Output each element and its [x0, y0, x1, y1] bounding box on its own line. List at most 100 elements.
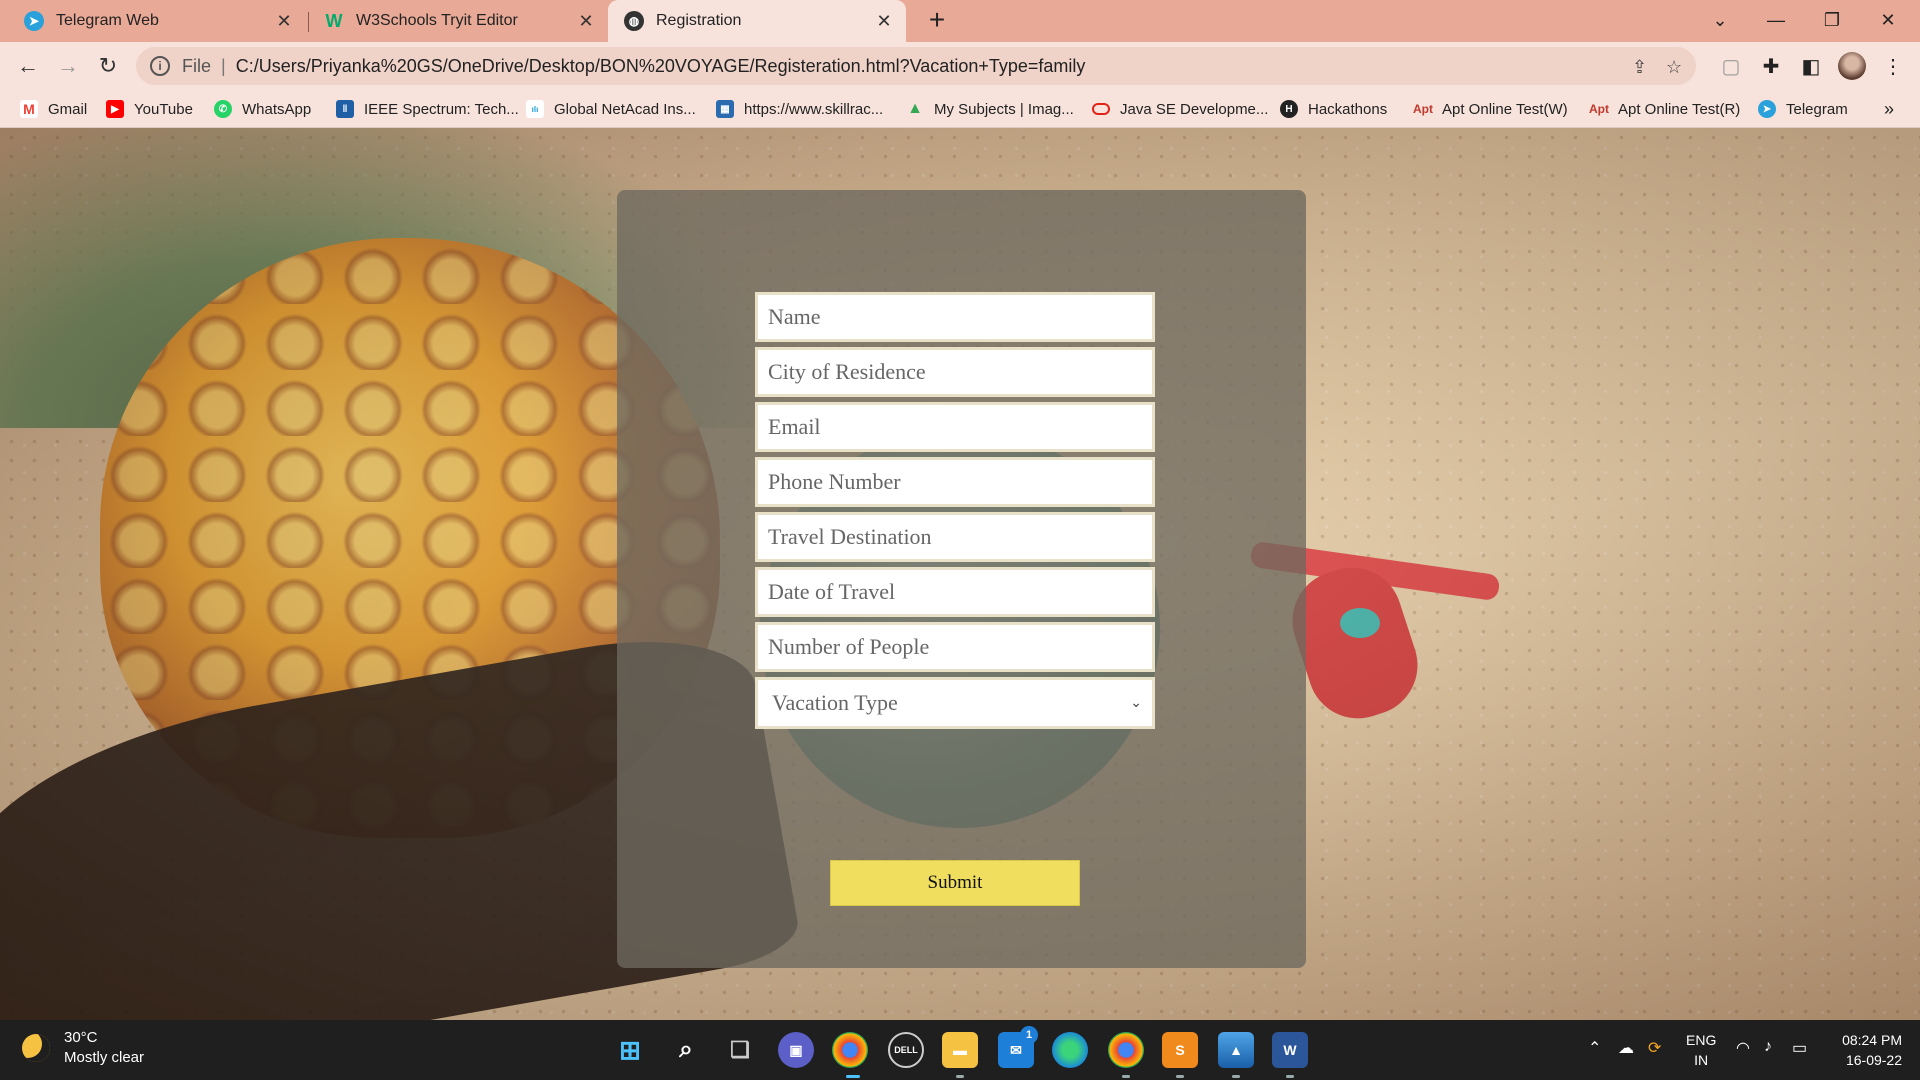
cisco-icon: ılı [526, 100, 544, 118]
dell-icon[interactable]: DELL [888, 1032, 924, 1068]
language-code: ENG [1686, 1032, 1717, 1048]
tab-title: Registration [656, 12, 742, 29]
extension-icon[interactable]: ▢ [1718, 54, 1744, 80]
chrome-profile-icon[interactable] [1108, 1032, 1144, 1068]
tab-search-dropdown[interactable]: ⌄ [1692, 0, 1748, 42]
bookmark-gmail[interactable]: M Gmail [20, 90, 87, 128]
teams-chat-icon[interactable]: ▣ [778, 1032, 814, 1068]
tab-registration[interactable]: ◍ Registration ✕ [608, 0, 906, 42]
mail-badge: 1 [1020, 1026, 1038, 1044]
sync-icon[interactable]: ⟳ [1648, 1038, 1661, 1058]
running-app-indicator [1176, 1075, 1184, 1078]
tab-telegram-web[interactable]: ➤ Telegram Web ✕ [0, 0, 306, 42]
bookmark-label: My Subjects | Imag... [934, 100, 1074, 118]
address-bar[interactable]: i File | C:/Users/Priyanka%20GS/OneDrive… [136, 47, 1696, 85]
edge-icon[interactable] [1052, 1032, 1088, 1068]
close-icon[interactable]: ✕ [572, 11, 600, 32]
weather-temperature: 30°C [64, 1029, 98, 1046]
close-icon[interactable]: ✕ [270, 11, 298, 32]
info-icon[interactable]: i [150, 56, 170, 76]
people-count-input[interactable]: Number of People [755, 622, 1155, 672]
browser-toolbar: ← → ↻ i File | C:/Users/Priyanka%20GS/On… [0, 42, 1920, 90]
bookmark-my-subjects[interactable]: ▲ My Subjects | Imag... [906, 90, 1074, 128]
bookmark-star-icon[interactable]: ☆ [1666, 57, 1682, 78]
tab-w3schools[interactable]: W W3Schools Tryit Editor ✕ [310, 0, 608, 42]
minimize-button[interactable]: — [1748, 0, 1804, 42]
sublime-text-icon[interactable]: S [1162, 1032, 1198, 1068]
name-input[interactable]: Name [755, 292, 1155, 342]
tab-strip: ➤ Telegram Web ✕ W W3Schools Tryit Edito… [0, 0, 1920, 42]
menu-icon[interactable]: ⋮ [1880, 54, 1906, 80]
bookmark-ieee[interactable]: ǁ IEEE Spectrum: Tech... [336, 90, 519, 128]
bookmark-label: Global NetAcad Ins... [554, 100, 696, 118]
chevron-down-icon: ⌄ [1130, 695, 1142, 711]
system-clock[interactable]: 08:24 PM 16-09-22 [1838, 1030, 1902, 1070]
chrome-icon[interactable] [832, 1032, 868, 1068]
back-button[interactable]: ← [12, 50, 44, 82]
bookmark-youtube[interactable]: ▶ YouTube [106, 90, 193, 128]
bookmark-label: Apt Online Test(W) [1442, 100, 1568, 118]
url-divider: | [221, 55, 226, 76]
chevron-up-icon[interactable]: ⌃ [1588, 1038, 1601, 1058]
destination-input[interactable]: Travel Destination [755, 512, 1155, 562]
running-app-indicator [956, 1075, 964, 1078]
close-window-button[interactable]: ✕ [1860, 0, 1916, 42]
bookmark-java-se[interactable]: Java SE Developme... [1092, 90, 1268, 128]
bookmark-apt-online-r[interactable]: Apt Apt Online Test(R) [1589, 90, 1741, 128]
bookmark-apt-online-w[interactable]: Apt Apt Online Test(W) [1413, 90, 1568, 128]
battery-icon[interactable]: ▭ [1792, 1038, 1807, 1058]
windows-start-icon[interactable]: ⊞ [612, 1032, 648, 1068]
reload-button[interactable]: ↻ [92, 50, 124, 82]
task-view-icon[interactable]: ❏ [722, 1032, 758, 1068]
bookmark-skillrack[interactable]: ▦ https://www.skillrac... [716, 90, 883, 128]
tab-title: Telegram Web [56, 12, 159, 29]
url-text[interactable]: C:/Users/Priyanka%20GS/OneDrive/Desktop/… [236, 56, 1086, 77]
phone-input[interactable]: Phone Number [755, 457, 1155, 507]
bookmark-label: WhatsApp [242, 100, 312, 118]
telegram-icon: ➤ [24, 11, 44, 31]
city-input[interactable]: City of Residence [755, 347, 1155, 397]
registration-form: Name City of Residence Email Phone Numbe… [617, 190, 1306, 968]
photos-icon[interactable]: ▲ [1218, 1032, 1254, 1068]
profile-avatar[interactable] [1838, 52, 1866, 80]
travel-date-input[interactable]: Date of Travel [755, 567, 1155, 617]
new-tab-button[interactable]: + [922, 6, 952, 36]
email-input[interactable]: Email [755, 402, 1155, 452]
submit-button[interactable]: Submit [830, 860, 1080, 906]
search-icon[interactable]: ⌕ [668, 1032, 704, 1068]
wifi-icon[interactable]: ◠ [1736, 1038, 1750, 1058]
tab-separator [308, 12, 309, 32]
restore-button[interactable]: ❐ [1804, 0, 1860, 42]
puzzle-icon[interactable]: ✚ [1758, 54, 1784, 80]
file-explorer-icon[interactable]: ▬ [942, 1032, 978, 1068]
url-scheme: File [182, 55, 212, 76]
bookmark-label: IEEE Spectrum: Tech... [364, 100, 519, 118]
bookmarks-overflow-button[interactable]: » [1884, 90, 1894, 128]
bookmark-label: Apt Online Test(R) [1618, 100, 1741, 118]
gmail-icon: M [20, 100, 38, 118]
close-icon[interactable]: ✕ [870, 11, 898, 32]
weather-widget[interactable]: 30°C Mostly clear [22, 1028, 144, 1068]
onedrive-cloud-icon[interactable]: ☁ [1618, 1038, 1634, 1058]
volume-icon[interactable]: ♪ [1764, 1038, 1772, 1056]
moon-icon [22, 1034, 50, 1062]
bookmark-telegram[interactable]: ➤ Telegram [1758, 90, 1848, 128]
whatsapp-icon: ✆ [214, 100, 232, 118]
bookmark-whatsapp[interactable]: ✆ WhatsApp [214, 90, 311, 128]
vacation-type-select[interactable]: Vacation Type ⌄ [755, 677, 1155, 729]
forward-button[interactable]: → [52, 50, 84, 82]
bookmark-hackathons[interactable]: H Hackathons [1280, 90, 1387, 128]
region-code: IN [1694, 1052, 1709, 1068]
running-app-indicator [1286, 1075, 1294, 1078]
apt-icon: Apt [1589, 102, 1609, 116]
select-label: Vacation Type [772, 690, 898, 715]
bookmark-netacad[interactable]: ılı Global NetAcad Ins... [526, 90, 696, 128]
language-indicator[interactable]: ENG IN [1686, 1030, 1716, 1070]
active-app-indicator [846, 1075, 860, 1078]
side-panel-icon[interactable]: ◧ [1798, 54, 1824, 80]
clock-time: 08:24 PM [1842, 1032, 1902, 1048]
share-icon[interactable]: ⇪ [1632, 57, 1647, 78]
bookmark-label: Gmail [48, 100, 88, 118]
weather-description: Mostly clear [64, 1049, 145, 1066]
word-icon[interactable]: W [1272, 1032, 1308, 1068]
